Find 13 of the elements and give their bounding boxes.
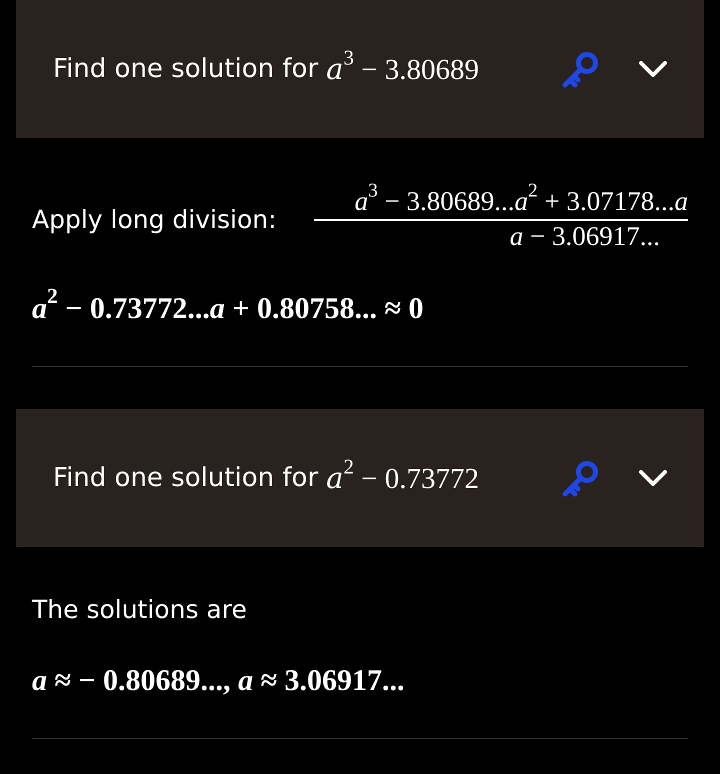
fraction-denominator: a − 3.06917... (508, 221, 661, 252)
section-header[interactable]: Find one solution for a$^{2}$ − 0.73772 (16, 409, 704, 547)
header-expression: a$^{3}$ − 3.80689 (326, 52, 479, 86)
chevron-down-icon[interactable] (638, 59, 668, 79)
chevron-down-icon[interactable] (638, 468, 668, 488)
formula: a ≈ − 0.80689..., a ≈ 3.06917... (32, 664, 406, 698)
header-expression: a$^{2}$ − 0.73772 (326, 460, 479, 496)
step-text: The solutions are (32, 595, 248, 624)
step-label: Apply long division: (32, 204, 277, 234)
section-header[interactable]: Find one solution for a$^{3}$ − 3.80689 (16, 0, 704, 138)
fraction-numerator: a$^{3}$ − 3.80689...a$^{2}$ + 3.07178...a (314, 186, 688, 221)
header-title: Find one solution for (53, 54, 318, 84)
header-title: Find one solution for (53, 463, 318, 493)
